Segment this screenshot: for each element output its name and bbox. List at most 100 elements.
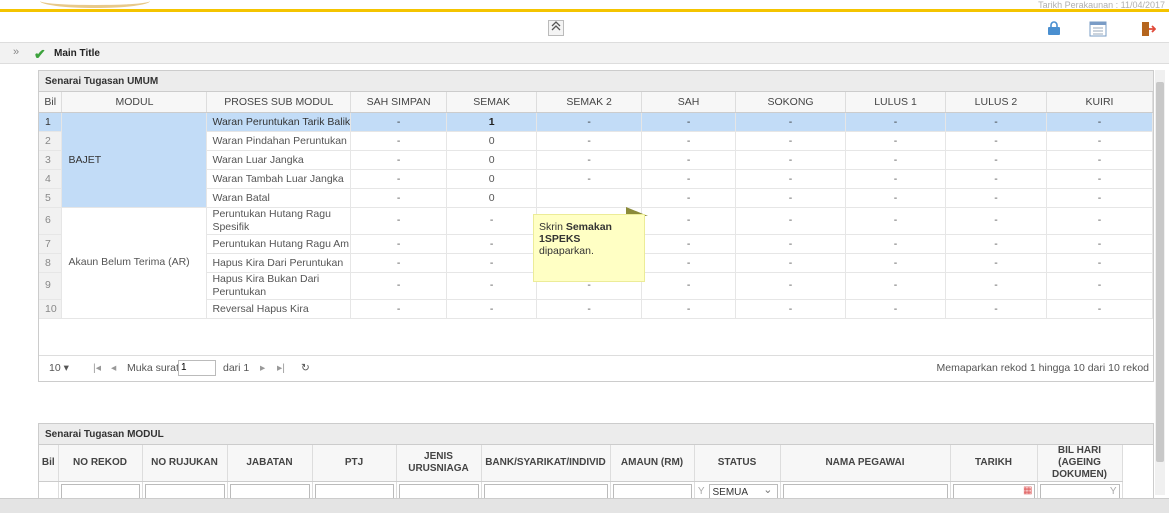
umum-col-header[interactable]: PROSES SUB MODUL (206, 92, 352, 113)
modul-col-header[interactable]: TARIKH (950, 445, 1038, 482)
proses-sub-modul[interactable]: Waran Luar Jangka (206, 150, 352, 170)
chevron-down-icon[interactable]: ⌄ (763, 483, 772, 496)
status-count-cell[interactable]: - (845, 131, 946, 151)
lock-icon[interactable] (1046, 21, 1064, 37)
umum-col-header[interactable]: KUIRI (1046, 92, 1154, 113)
modul-col-header[interactable]: JENIS URUSNIAGA (396, 445, 482, 482)
status-count-cell[interactable]: - (1046, 207, 1154, 235)
status-count-cell[interactable]: - (735, 272, 847, 300)
status-count-cell[interactable]: 0 (446, 131, 538, 151)
status-count-cell[interactable]: - (1046, 150, 1154, 170)
filter-icon[interactable]: Y (1110, 486, 1117, 497)
proses-sub-modul[interactable]: Peruntukan Hutang Ragu Spesifik (206, 207, 352, 235)
table-row[interactable]: 10 Reversal Hapus Kira - - - - - - - - (39, 299, 1154, 319)
status-count-cell[interactable]: - (845, 150, 946, 170)
next-page-button[interactable]: ▸ (260, 362, 265, 374)
proses-sub-modul[interactable]: Waran Peruntukan Tarik Balik (206, 112, 352, 132)
status-count-cell[interactable]: - (446, 207, 538, 235)
modul-col-header[interactable]: NO REKOD (58, 445, 143, 482)
modul-col-header[interactable]: AMAUN (RM) (610, 445, 695, 482)
status-count-cell[interactable]: - (735, 207, 847, 235)
umum-col-header[interactable]: SEMAK (446, 92, 538, 113)
status-count-cell[interactable]: - (641, 234, 737, 254)
status-count-cell[interactable]: - (641, 188, 737, 208)
status-count-cell[interactable]: - (945, 207, 1047, 235)
status-count-cell[interactable]: - (350, 150, 448, 170)
last-page-button[interactable]: ▸| (277, 362, 285, 374)
modul-col-header[interactable]: NAMA PEGAWAI (780, 445, 951, 482)
status-count-cell[interactable]: - (1046, 272, 1154, 300)
status-select[interactable]: SEMUA (713, 487, 749, 498)
calendar-icon[interactable]: ▦ (1023, 485, 1032, 496)
status-count-cell[interactable]: - (735, 188, 847, 208)
vertical-scrollbar[interactable] (1155, 70, 1165, 495)
status-count-cell[interactable]: - (350, 299, 448, 319)
table-row[interactable]: 3 Waran Luar Jangka -0- - - - - - (39, 150, 1154, 170)
umum-col-header[interactable]: SEMAK 2 (536, 92, 643, 113)
modul-col-header[interactable]: Bil (39, 445, 59, 482)
status-count-cell[interactable]: - (735, 169, 847, 189)
refresh-icon[interactable]: ↻ (301, 362, 310, 374)
status-count-cell[interactable]: - (845, 234, 946, 254)
proses-sub-modul[interactable]: Hapus Kira Dari Peruntukan (206, 253, 352, 273)
status-count-cell[interactable]: 0 (446, 150, 538, 170)
list-icon[interactable] (1089, 21, 1107, 37)
modul-col-header[interactable]: JABATAN (227, 445, 313, 482)
status-count-cell[interactable]: - (845, 253, 946, 273)
status-count-cell[interactable]: 0 (446, 188, 538, 208)
proses-sub-modul[interactable]: Waran Batal (206, 188, 352, 208)
status-count-cell[interactable]: - (1046, 169, 1154, 189)
status-count-cell[interactable]: - (945, 188, 1047, 208)
status-count-cell[interactable]: - (350, 207, 448, 235)
status-count-cell[interactable]: - (845, 272, 946, 300)
proses-sub-modul[interactable]: Reversal Hapus Kira (206, 299, 352, 319)
status-count-cell[interactable]: - (945, 169, 1047, 189)
proses-sub-modul[interactable]: Peruntukan Hutang Ragu Am (206, 234, 352, 254)
status-count-cell[interactable]: - (350, 131, 448, 151)
umum-col-header[interactable]: LULUS 1 (845, 92, 946, 113)
status-count-cell[interactable]: - (945, 112, 1047, 132)
status-count-cell[interactable]: - (350, 112, 448, 132)
prev-page-button[interactable]: ◂ (111, 362, 116, 374)
first-page-button[interactable]: |◂ (93, 362, 101, 374)
status-count-cell[interactable]: - (446, 272, 538, 300)
status-count-cell[interactable]: - (536, 112, 643, 132)
proses-sub-modul[interactable]: Waran Tambah Luar Jangka (206, 169, 352, 189)
status-count-cell[interactable]: - (735, 234, 847, 254)
proses-sub-modul[interactable]: Hapus Kira Bukan Dari Peruntukan (206, 272, 352, 300)
modul-col-header[interactable]: PTJ (312, 445, 397, 482)
status-count-cell[interactable]: - (536, 169, 643, 189)
status-count-cell[interactable]: - (945, 272, 1047, 300)
umum-col-header[interactable]: SAH SIMPAN (350, 92, 448, 113)
status-count-cell[interactable]: - (350, 234, 448, 254)
modul-col-header[interactable]: STATUS (694, 445, 781, 482)
status-count-cell[interactable]: - (641, 150, 737, 170)
status-count-cell[interactable]: - (350, 272, 448, 300)
modul-col-header[interactable]: NO RUJUKAN (142, 445, 228, 482)
exit-icon[interactable] (1140, 21, 1158, 37)
status-count-cell[interactable]: - (845, 169, 946, 189)
status-count-cell[interactable]: - (735, 150, 847, 170)
status-count-cell[interactable]: - (945, 234, 1047, 254)
status-count-cell[interactable]: - (536, 299, 643, 319)
proses-sub-modul[interactable]: Waran Pindahan Peruntukan (206, 131, 352, 151)
collapse-header-button[interactable] (548, 20, 564, 36)
status-count-cell[interactable]: - (641, 131, 737, 151)
status-count-cell[interactable]: - (735, 131, 847, 151)
status-count-cell[interactable]: - (945, 150, 1047, 170)
status-count-cell[interactable]: - (446, 253, 538, 273)
status-count-cell[interactable]: - (350, 169, 448, 189)
status-count-cell[interactable]: - (845, 207, 946, 235)
status-count-cell[interactable]: - (641, 169, 737, 189)
status-count-cell[interactable]: - (845, 188, 946, 208)
status-count-cell[interactable]: - (350, 188, 448, 208)
status-count-cell[interactable]: - (945, 131, 1047, 151)
status-count-cell[interactable]: 0 (446, 169, 538, 189)
page-number-input[interactable] (178, 359, 216, 376)
table-row[interactable]: 4 Waran Tambah Luar Jangka -0- - - - - - (39, 169, 1154, 189)
modul-col-header[interactable]: BIL HARI (AGEING DOKUMEN) (1037, 445, 1123, 482)
status-count-cell[interactable]: - (536, 150, 643, 170)
status-count-cell[interactable]: - (446, 299, 538, 319)
expand-sidebar-button[interactable]: » (13, 46, 19, 58)
status-count-cell[interactable]: - (446, 234, 538, 254)
